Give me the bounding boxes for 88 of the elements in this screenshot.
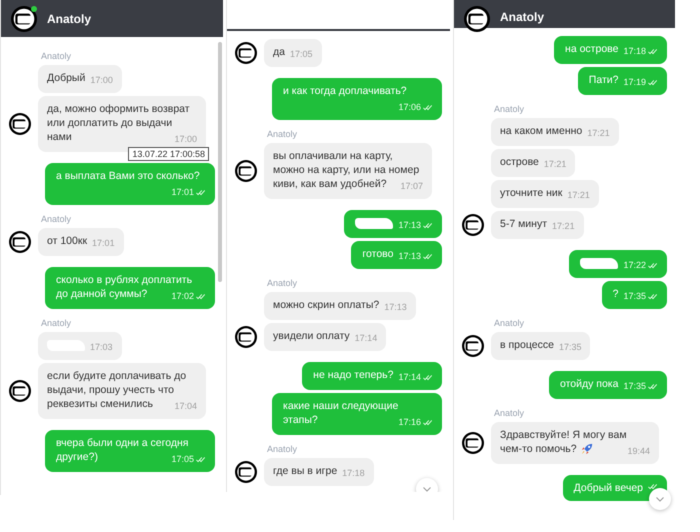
- message-bubble: какие наши следующие этапы? 17:16: [272, 393, 442, 435]
- message-bubble: да 17:05: [264, 39, 322, 67]
- double-check-icon: [423, 418, 433, 426]
- message-time: 17:01: [171, 186, 194, 199]
- message-time: 17:00: [90, 74, 113, 87]
- scroll-down-button[interactable]: [649, 488, 671, 510]
- message-bubble: Пати? 17:19: [578, 67, 667, 95]
- contact-name: Anatoly: [47, 12, 92, 26]
- sender-name: Anatoly: [267, 129, 298, 140]
- sender-name: Anatoly: [267, 444, 298, 455]
- message-time: 17:18: [623, 45, 646, 58]
- message-time: 17:21: [587, 127, 610, 140]
- message-bubble: вы оплачивали на карту, можно на карту, или на номер киви, как вам удобней? 17:07: [264, 143, 432, 199]
- message-bubble: на острове 17:18: [554, 36, 667, 64]
- message-time: 17:02: [171, 290, 194, 303]
- message-time: 19:44: [627, 445, 650, 458]
- double-check-icon: [423, 104, 433, 110]
- message-time: 17:06: [398, 101, 421, 114]
- message-time: 17:22: [623, 259, 646, 272]
- avatar-icon: [11, 6, 37, 32]
- message-bubble: Добрый вечер: [562, 475, 667, 501]
- message-bubble: уточните ник 17:21: [491, 180, 599, 208]
- message-time: 17:00: [174, 133, 197, 146]
- message-bubble: а выплата Вами это сколько? 17:01: [45, 163, 215, 205]
- message-time: 17:21: [544, 158, 566, 171]
- chevron-down-icon: [423, 486, 431, 492]
- message-time: 17:35: [623, 290, 646, 303]
- message-bubble: увидели оплату 17:14: [264, 323, 386, 351]
- message-time: 17:13: [384, 301, 407, 314]
- message-time: 17:13: [398, 250, 421, 263]
- double-check-icon: [423, 222, 433, 228]
- double-check-icon: [423, 374, 433, 380]
- double-check-icon: [648, 78, 658, 86]
- sender-name: Anatoly: [41, 51, 72, 62]
- double-check-icon: [648, 483, 658, 490]
- double-check-icon: [648, 48, 658, 54]
- double-check-icon: [196, 292, 206, 300]
- sender-name: Anatoly: [41, 318, 72, 329]
- message-time: 17:14: [398, 371, 421, 384]
- message-bubble: Добрый 17:00: [38, 65, 122, 93]
- message-time: 17:21: [567, 189, 590, 202]
- message-time: 17:18: [342, 467, 365, 480]
- message-bubble: от 100кк 17:01: [38, 228, 124, 256]
- message-bubble: где вы в игре 17:18: [264, 458, 374, 486]
- message-bubble: и как тогда доплачивать? 17:06: [272, 78, 442, 120]
- message-time: 17:16: [398, 416, 421, 429]
- message-time: 17:07: [400, 180, 423, 193]
- sender-name: Anatoly: [494, 318, 526, 329]
- message-bubble: если будите доплачивать до выдачи, прошу учесть что реквезиты сменились 17:04: [38, 363, 206, 419]
- message-time: 17:35: [558, 341, 582, 354]
- sender-name: Anatoly: [494, 104, 526, 115]
- avatar-icon: [464, 6, 490, 32]
- message-time: 17:05: [290, 48, 312, 61]
- message-bubble: сколько в рублях доплатить до данной суммы? 17:02: [45, 267, 215, 309]
- message-bubble: в процессе 17:35: [491, 332, 590, 360]
- message-bubble: можно скрин оплаты? 17:13: [264, 292, 416, 320]
- sender-name: Anatoly: [494, 408, 526, 419]
- timestamp-tooltip: 13.07.22 17:00:58: [128, 147, 209, 161]
- double-check-icon: [423, 252, 433, 260]
- message-time: 17:35: [623, 380, 646, 393]
- message-time: 17:04: [174, 400, 197, 413]
- message-bubble: на каком именно 17:21: [491, 118, 619, 146]
- message-bubble: не надо теперь? 17:14: [302, 362, 442, 390]
- message-time: 17:14: [354, 332, 378, 345]
- sender-name: Anatoly: [41, 214, 72, 225]
- message-bubble: отойду пока 17:35: [548, 371, 667, 399]
- sender-name: Anatoly: [267, 278, 298, 289]
- message-bubble: 5-7 минут 17:21: [491, 211, 584, 239]
- double-check-icon: [648, 382, 658, 390]
- message-time: 17:21: [552, 220, 575, 233]
- message-time: 17:05: [171, 453, 194, 466]
- message-bubble: вчера были одни а сегодня другие?) 17:05: [45, 430, 215, 472]
- message-bubble: ? 17:35: [602, 281, 667, 309]
- message-time: 17:01: [92, 237, 115, 250]
- message-time: 17:19: [623, 76, 646, 89]
- message-time: 17:03: [90, 341, 113, 354]
- double-check-icon: [196, 188, 206, 196]
- message-bubble: Здравствуйте! Я могу вам чем-то помочь? 19:44: [491, 422, 659, 464]
- message-bubble: готово 17:13: [351, 241, 442, 269]
- message-time: 17:13: [398, 219, 421, 232]
- contact-name: Anatoly: [500, 10, 544, 24]
- scrollbar[interactable]: [218, 42, 222, 282]
- message-bubble: острове 17:21: [491, 149, 576, 177]
- chevron-down-icon: [656, 496, 664, 502]
- message-bubble: да, можно оформить возврат или доплатить до выдачи нами 17:00: [38, 96, 206, 152]
- double-check-icon: [196, 456, 206, 462]
- double-check-icon: [648, 292, 658, 300]
- double-check-icon: [648, 262, 658, 268]
